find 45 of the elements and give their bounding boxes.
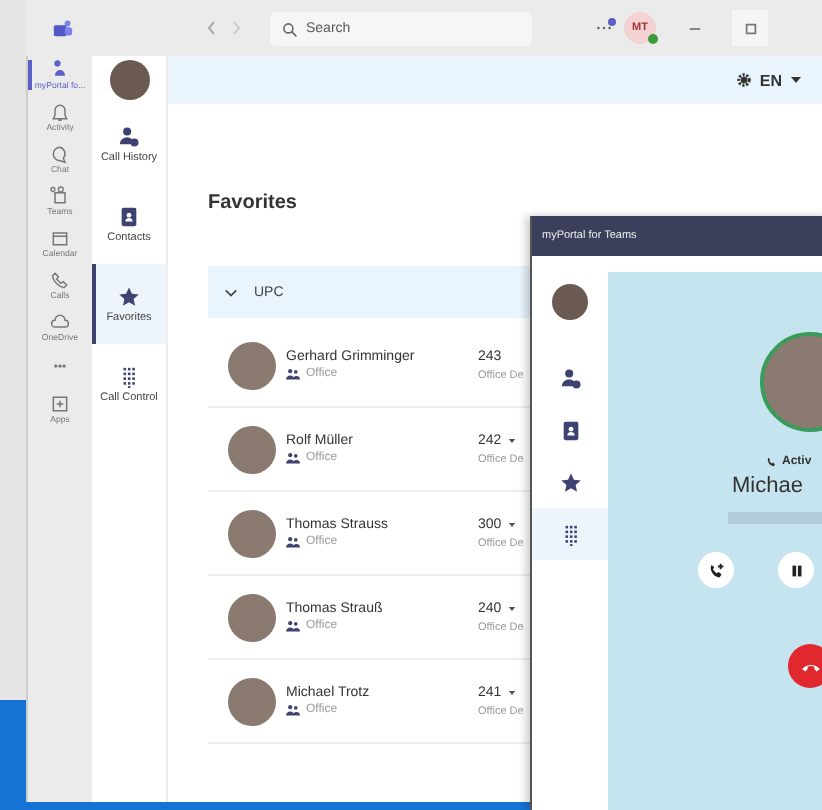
people-icon (286, 536, 300, 548)
contact-avatar (228, 593, 276, 641)
calendar-icon (50, 228, 70, 248)
page-title: Favorites (208, 192, 299, 214)
profile-avatar[interactable] (552, 284, 588, 320)
chat-bubble-icon (50, 144, 70, 164)
person-clock-icon (559, 367, 581, 389)
address-book-icon (118, 205, 140, 227)
star-icon (118, 285, 140, 307)
profile-avatar[interactable] (109, 60, 149, 100)
hang-up-button[interactable] (788, 644, 822, 688)
caller-name: Michae (732, 474, 803, 498)
settings-icon[interactable] (735, 72, 752, 88)
contact-avatar (228, 341, 276, 389)
contact-avatar (228, 509, 276, 557)
phone-plus-icon (707, 561, 725, 579)
people-icon (286, 452, 300, 464)
caret-icon[interactable] (507, 521, 516, 527)
transfer-button[interactable] (698, 552, 734, 588)
contact-avatar (228, 677, 276, 725)
contact-avatar (228, 425, 276, 473)
pause-icon (787, 561, 805, 579)
presence-dot (648, 34, 658, 44)
people-group-icon (50, 186, 70, 206)
people-icon (286, 620, 300, 632)
people-icon (286, 368, 300, 380)
hold-button[interactable] (778, 552, 814, 588)
caret-icon[interactable] (790, 76, 802, 84)
language-selector[interactable]: EN (759, 71, 782, 89)
teams-logo-icon (52, 17, 74, 39)
bell-icon (50, 102, 70, 122)
people-icon (286, 704, 300, 716)
maximize-icon[interactable] (743, 21, 757, 35)
caret-icon[interactable] (507, 437, 516, 443)
caret-icon[interactable] (507, 605, 516, 611)
person-icon (50, 60, 70, 80)
star-icon (559, 471, 581, 493)
search-icon (282, 21, 298, 37)
phone-icon (50, 270, 70, 290)
dialpad-icon (118, 365, 140, 387)
address-book-icon (559, 419, 581, 441)
phone-icon (766, 456, 778, 468)
person-clock-icon (118, 125, 140, 147)
caret-icon[interactable] (507, 689, 516, 695)
cloud-icon (50, 312, 70, 332)
